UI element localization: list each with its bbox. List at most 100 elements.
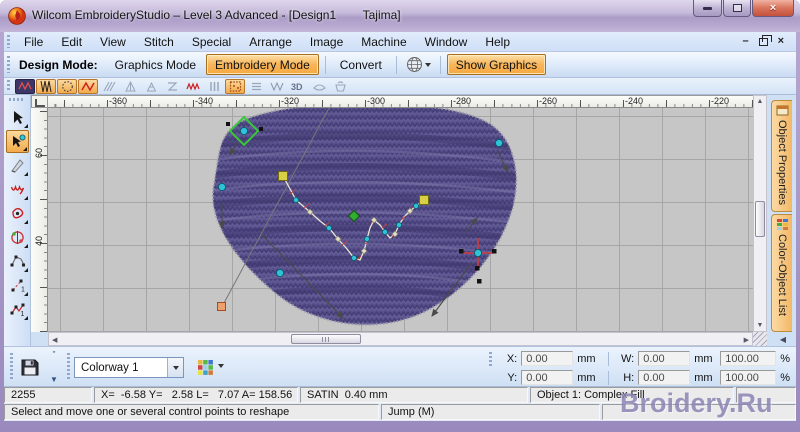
menu-file[interactable]: File [15,32,52,51]
toolbar-grip[interactable] [10,353,15,381]
stitch-icon-zigzag-red[interactable] [78,78,98,94]
embroidery-mode-button[interactable]: Embroidery Mode [206,54,319,75]
menu-edit[interactable]: Edit [52,32,91,51]
colorway-bar: '' ▼ Colorway 1 X: mm W: [4,346,796,387]
stitch-icon-fusion[interactable] [99,79,119,94]
scale-x-input[interactable] [720,351,777,366]
menu-window[interactable]: Window [416,32,477,51]
mdi-restore-icon[interactable] [758,34,772,46]
scroll-down-icon[interactable]: ▼ [754,322,766,329]
colorway-palette-button[interactable] [194,357,216,378]
toolbar-overflow-icon[interactable]: '' [48,350,60,360]
toolbar-grip[interactable] [9,98,25,102]
stitch-icon-shape[interactable] [309,79,329,94]
tab-object-properties[interactable]: Object Properties [771,100,792,212]
ruler-origin-button[interactable] [31,95,48,108]
hint-text: Select and move one or several control p… [4,404,379,420]
stitch-toolbar: 3D [4,78,796,95]
stitch-icon-basket[interactable] [330,79,350,94]
menu-view[interactable]: View [91,32,135,51]
closed-freehand-tool[interactable] [6,202,29,225]
status-bar-top: 2255 X= -6.58 Y= 2.58 L= 7.07 A= 158.56 … [4,387,796,404]
reshape-outline-tool[interactable] [6,250,29,273]
toolbar-grip[interactable] [489,351,495,366]
open-freehand-tool[interactable] [6,178,29,201]
convert-button[interactable]: Convert [332,54,390,75]
resize-grip[interactable] [753,332,767,346]
reshape-tool[interactable] [5,130,29,153]
scroll-left-icon[interactable]: ◀ [52,336,57,344]
svg-text:1: 1 [21,287,25,294]
color-object-list-icon [776,219,788,230]
stitch-edit-tool[interactable]: 1 [6,298,29,321]
mdi-minimize-icon[interactable]: – [742,36,748,47]
svg-text:1: 1 [20,311,24,318]
vruler-label: 40 [34,236,44,247]
stitch-icon-column-a[interactable] [120,79,140,94]
menu-machine[interactable]: Machine [352,32,415,51]
penetration-point-tool[interactable]: 1 [6,274,29,297]
scroll-up-icon[interactable]: ▲ [754,98,766,105]
stitch-icon-z-flag[interactable] [162,79,182,94]
menu-stitch[interactable]: Stitch [135,32,183,51]
current-stitch-type: SATIN 0.40 mm [300,387,528,403]
x-input[interactable] [521,351,574,366]
width-input[interactable] [638,351,691,366]
stitch-icon-motif-circle[interactable] [57,78,77,94]
show-graphics-button[interactable]: Show Graphics [446,54,547,75]
mdi-close-icon[interactable]: × [778,36,784,47]
machine-function: Jump (M) [381,404,600,420]
palette-dropdown-icon[interactable] [218,364,224,368]
tab-scroll-left-icon[interactable]: ◀ [780,335,786,344]
scale-y-input[interactable] [720,370,777,385]
tab-color-object-list[interactable]: Color-Object List [771,214,792,332]
menu-help[interactable]: Help [476,32,519,51]
vertical-scrollbar[interactable]: ▲ ▼ [753,95,767,332]
hoop-globe-button[interactable] [402,54,435,75]
stitch-icon-run-dark[interactable] [15,78,35,94]
knife-tool[interactable] [6,154,29,177]
status-bar-bottom: Select and move one or several control p… [4,404,796,421]
colorway-select[interactable]: Colorway 1 [74,357,184,378]
maximize-button[interactable] [723,0,751,17]
stitch-icon-contour[interactable] [246,79,266,94]
hscroll-thumb[interactable] [291,334,361,344]
w-label: W: [620,352,635,365]
toolbar-grip[interactable] [67,353,72,381]
exit-point-handle[interactable] [217,302,226,311]
toolbar-options-icon[interactable]: ▼ [48,375,60,385]
height-input[interactable] [638,370,691,385]
stitch-icon-3d-effect[interactable]: 3D [288,79,308,94]
y-input[interactable] [521,370,574,385]
x-label: X: [506,352,518,365]
floppy-disk-icon [21,359,39,376]
close-button[interactable]: × [752,0,794,17]
design-canvas[interactable] [48,102,753,332]
stitch-icon-satin-red[interactable] [183,79,203,94]
graphics-mode-button[interactable]: Graphics Mode [107,54,204,75]
stitch-icon-column-b[interactable] [141,79,161,94]
hruler-label: -240 [625,96,644,106]
toolbar-grip[interactable] [7,34,12,49]
globe-icon [406,57,422,72]
hruler-label: -360 [109,96,128,106]
menu-arrange[interactable]: Arrange [240,32,301,51]
horizontal-scrollbar[interactable]: ◀ ▶ [48,332,753,346]
hruler-label: -340 [195,96,214,106]
stitch-icon-column-zigzag[interactable] [36,78,56,94]
stitch-icon-program-split[interactable] [225,78,245,94]
mirror-merge-tool[interactable] [6,226,29,249]
title-bar[interactable]: Wilcom EmbroideryStudio – Level 3 Advanc… [0,0,800,32]
select-tool[interactable] [6,106,29,129]
toolbar-grip[interactable] [7,55,12,74]
stitch-icon-bars[interactable] [204,79,224,94]
minimize-button[interactable] [693,0,722,17]
save-button[interactable] [18,355,42,379]
toolbar-grip[interactable] [7,80,12,92]
menu-image[interactable]: Image [301,32,352,51]
stitch-icon-wave-hatch[interactable] [267,79,287,94]
combo-dropdown-button[interactable] [167,358,183,377]
menu-special[interactable]: Special [183,32,240,51]
scroll-right-icon[interactable]: ▶ [744,336,749,344]
vscroll-thumb[interactable] [755,201,765,237]
